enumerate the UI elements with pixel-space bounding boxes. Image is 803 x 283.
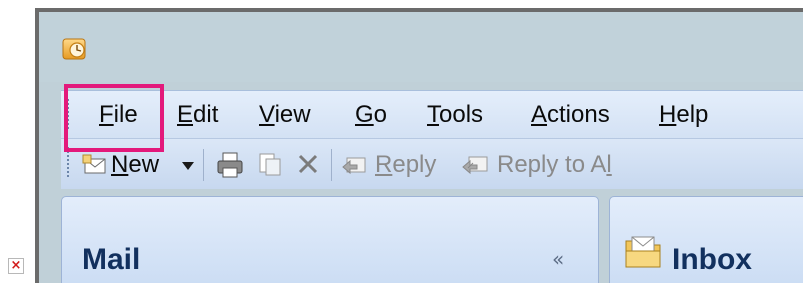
- navigation-pane-title: Mail: [82, 243, 141, 276]
- dropdown-arrow-icon[interactable]: [181, 161, 195, 171]
- navigation-pane-header: Mail «: [61, 196, 599, 283]
- reply-button[interactable]: Reply: [375, 151, 436, 179]
- print-icon[interactable]: [215, 151, 245, 179]
- reply-icon[interactable]: [341, 153, 369, 177]
- toolbar-grip[interactable]: [67, 99, 69, 131]
- move-to-folder-icon[interactable]: [257, 151, 283, 177]
- delete-icon[interactable]: [297, 153, 319, 175]
- toolbar-grip[interactable]: [67, 147, 69, 179]
- toolbar-separator: [331, 149, 332, 181]
- menu-item-go[interactable]: Go: [355, 101, 387, 129]
- menu-item-actions[interactable]: Actions: [531, 101, 610, 129]
- menu-item-view[interactable]: View: [259, 101, 311, 129]
- reply-all-icon[interactable]: [461, 153, 491, 177]
- standard-toolbar: New Reply Reply to Al: [61, 138, 803, 189]
- new-button[interactable]: New: [111, 151, 159, 179]
- new-message-icon[interactable]: [81, 153, 107, 177]
- reply-to-all-button[interactable]: Reply to Al: [497, 151, 612, 179]
- inbox-folder-icon: [625, 236, 661, 268]
- outlook-clock-icon[interactable]: [62, 36, 88, 62]
- toolbar-separator: [203, 149, 204, 181]
- menu-item-help[interactable]: Help: [659, 101, 708, 129]
- broken-image-icon: ×: [8, 258, 24, 274]
- collapse-pane-button[interactable]: «: [552, 247, 564, 271]
- menu-item-file[interactable]: File: [99, 101, 138, 129]
- menu-item-edit[interactable]: Edit: [177, 101, 218, 129]
- outlook-window: File Edit View Go Tools Actions Help New: [35, 8, 803, 283]
- menu-bar: File Edit View Go Tools Actions Help: [61, 90, 803, 139]
- title-bar: [39, 12, 803, 82]
- content-pane-title: Inbox: [672, 243, 752, 276]
- menu-item-tools[interactable]: Tools: [427, 101, 483, 129]
- content-pane-header: Inbox: [609, 196, 803, 283]
